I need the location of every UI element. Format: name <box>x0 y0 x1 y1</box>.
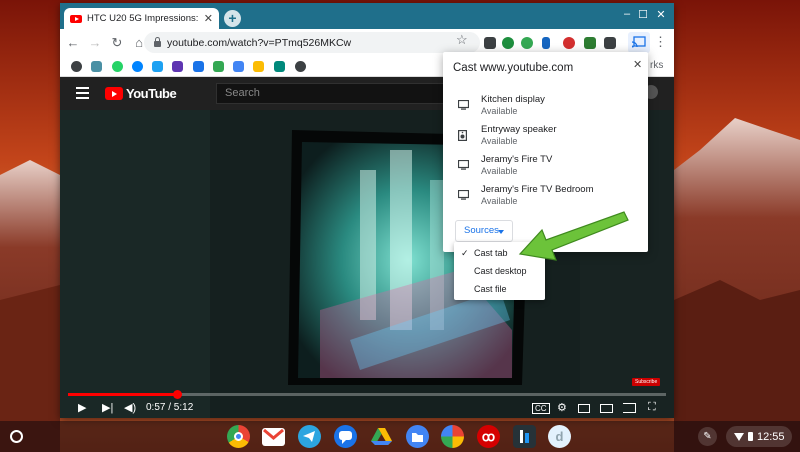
youtube-search-input[interactable]: Search <box>216 83 446 104</box>
device-status: Available <box>481 136 518 146</box>
youtube-logo-text: YouTube <box>126 86 177 101</box>
device-name: Entryway speaker <box>481 124 557 135</box>
source-option-label: Cast file <box>474 284 507 294</box>
app-bookmark-icon[interactable] <box>513 425 536 448</box>
forward-icon[interactable]: → <box>84 35 106 50</box>
drive-icon[interactable] <box>253 61 264 72</box>
google-photos-icon[interactable] <box>441 425 464 448</box>
extension-icon-7[interactable] <box>604 37 616 49</box>
theater-mode-icon[interactable] <box>600 404 613 413</box>
annotation-arrow <box>518 211 629 261</box>
extension-icon-2[interactable] <box>502 37 514 49</box>
files-icon[interactable] <box>406 425 429 448</box>
battery-icon <box>748 432 753 441</box>
adobe-acrobat-icon[interactable]: ꝏ <box>477 425 500 448</box>
tab-close-icon[interactable]: ✕ <box>204 12 213 25</box>
new-tab-button[interactable]: + <box>224 10 241 27</box>
cast-dialog-title: Cast www.youtube.com <box>453 62 574 74</box>
source-option-cast-file[interactable]: Cast file <box>454 280 545 298</box>
github-icon[interactable] <box>295 61 306 72</box>
settings-gear-icon[interactable]: ⚙ <box>557 401 567 414</box>
gmail-icon[interactable] <box>262 428 285 446</box>
cast-icon <box>632 36 646 48</box>
video-progress-bar[interactable] <box>68 390 666 399</box>
time-display: 0:57 / 5:12 <box>146 402 194 413</box>
back-icon[interactable]: ← <box>62 35 84 50</box>
cast-device-entryway-speaker[interactable]: Entryway speaker Available <box>443 120 648 150</box>
speaker-icon <box>458 130 467 141</box>
messenger-icon[interactable] <box>132 61 143 72</box>
stylus-tools-icon[interactable]: ✎ <box>698 427 717 446</box>
youtube-favicon-icon <box>70 14 82 23</box>
play-icon[interactable]: ▶ <box>78 401 86 414</box>
google-drive-icon[interactable] <box>370 425 393 448</box>
minimize-button[interactable]: – <box>620 8 634 20</box>
cast-dialog-close-icon[interactable]: ✕ <box>633 58 642 71</box>
captions-icon[interactable]: CC <box>532 403 550 414</box>
whatsapp-icon[interactable] <box>112 61 123 72</box>
tv-icon <box>458 100 469 110</box>
cast-player-icon[interactable] <box>623 403 636 413</box>
extension-icon-5[interactable] <box>563 37 575 49</box>
maximize-button[interactable]: ☐ <box>636 8 650 21</box>
miniplayer-icon[interactable] <box>578 404 590 413</box>
fullscreen-icon[interactable]: ⛶ <box>648 401 656 414</box>
youtube-logo[interactable]: YouTube <box>105 86 177 101</box>
device-status: Available <box>481 196 518 206</box>
clock: 12:55 <box>757 430 785 443</box>
bookmark-icon-6[interactable] <box>172 61 183 72</box>
chrome-icon[interactable] <box>227 425 250 448</box>
close-window-button[interactable]: ✕ <box>654 8 668 21</box>
device-status: Available <box>481 106 518 116</box>
player-controls: ▶ ▶| ◀) 0:57 / 5:12 CC ⚙ ⛶ <box>60 399 674 418</box>
tv-icon <box>458 190 469 200</box>
system-tray[interactable]: 12:55 <box>726 426 792 447</box>
checkmark-icon: ✓ <box>461 248 469 258</box>
telegram-icon[interactable] <box>298 425 321 448</box>
extension-icon-1[interactable] <box>484 37 496 49</box>
volume-icon[interactable]: ◀) <box>124 401 136 414</box>
chromeos-shelf: ꝏ d ✎ 12:55 <box>0 421 800 452</box>
cast-button[interactable] <box>628 32 650 53</box>
tab-title: HTC U20 5G Impressions: Back f <box>87 13 199 24</box>
hamburger-menu-icon[interactable] <box>76 87 89 102</box>
youtube-play-icon <box>105 87 123 100</box>
bookmark-icon-2[interactable] <box>91 61 102 72</box>
browser-titlebar: HTC U20 5G Impressions: Back f ✕ + – ☐ ✕ <box>60 3 674 29</box>
twitter-icon[interactable] <box>152 61 163 72</box>
bookmark-icon-1[interactable] <box>71 61 82 72</box>
sources-label: Sources <box>464 225 499 236</box>
reload-icon[interactable]: ↻ <box>106 35 128 51</box>
calendar-icon[interactable] <box>233 61 244 72</box>
launcher-icon[interactable] <box>10 430 23 443</box>
subscribe-watermark[interactable]: Subscribe <box>632 378 661 386</box>
tab-youtube[interactable]: HTC U20 5G Impressions: Back f ✕ <box>64 8 219 29</box>
bookmark-icon-11[interactable] <box>274 61 285 72</box>
extension-icon-3[interactable] <box>521 37 533 49</box>
bookmark-icon-8[interactable] <box>213 61 224 72</box>
device-name: Jeramy's Fire TV Bedroom <box>481 184 594 195</box>
wifi-icon <box>734 432 744 441</box>
progress-played <box>68 393 178 396</box>
device-name: Jeramy's Fire TV <box>481 154 553 165</box>
url-text: youtube.com/watch?v=PTmq526MKCw <box>167 36 352 49</box>
address-bar[interactable]: youtube.com/watch?v=PTmq526MKCw <box>144 32 480 53</box>
browser-menu-icon[interactable]: ⋮ <box>654 34 667 50</box>
cast-device-kitchen-display[interactable]: Kitchen display Available <box>443 90 648 120</box>
device-name: Kitchen display <box>481 94 545 105</box>
cast-device-fire-tv-bedroom[interactable]: Jeramy's Fire TV Bedroom Available <box>443 180 648 210</box>
extension-icon-6[interactable] <box>584 37 596 49</box>
lock-icon[interactable] <box>154 37 161 47</box>
bookmark-icon-7[interactable] <box>193 61 204 72</box>
other-bookmarks-label[interactable]: rks <box>650 60 663 71</box>
app-d-icon[interactable]: d <box>548 425 571 448</box>
extension-icon-4[interactable] <box>542 37 550 49</box>
messages-icon[interactable] <box>334 425 357 448</box>
cast-device-fire-tv[interactable]: Jeramy's Fire TV Available <box>443 150 648 180</box>
bookmark-star-icon[interactable]: ☆ <box>456 32 468 48</box>
device-status: Available <box>481 166 518 176</box>
tv-icon <box>458 160 469 170</box>
next-icon[interactable]: ▶| <box>102 401 113 414</box>
